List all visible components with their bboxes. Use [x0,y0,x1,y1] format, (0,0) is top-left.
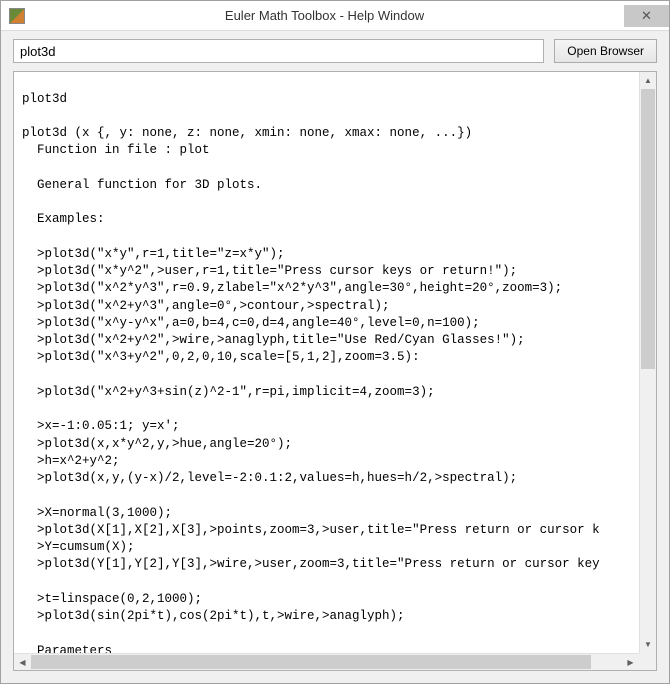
window-title: Euler Math Toolbox - Help Window [25,8,624,23]
scroll-corner [639,653,656,670]
scroll-right-icon[interactable]: ▶ [622,654,639,670]
close-button[interactable]: ✕ [624,5,669,27]
help-text: plot3d plot3d (x {, y: none, z: none, xm… [14,85,656,671]
help-content-frame: plot3d plot3d (x {, y: none, z: none, xm… [13,71,657,671]
close-icon: ✕ [641,8,652,24]
help-window: Euler Math Toolbox - Help Window ✕ Open … [0,0,670,684]
search-input[interactable] [13,39,544,63]
titlebar: Euler Math Toolbox - Help Window ✕ [1,1,669,31]
vertical-scroll-thumb[interactable] [641,89,655,369]
help-content-area[interactable]: plot3d plot3d (x {, y: none, z: none, xm… [14,72,656,670]
scroll-up-icon[interactable]: ▲ [640,72,656,89]
toolbar: Open Browser [1,31,669,71]
horizontal-scroll-thumb[interactable] [31,655,591,669]
scroll-left-icon[interactable]: ◀ [14,654,31,670]
vertical-scrollbar[interactable]: ▲ ▼ [639,72,656,653]
open-browser-button[interactable]: Open Browser [554,39,657,63]
app-icon [9,8,25,24]
scroll-down-icon[interactable]: ▼ [640,636,656,653]
horizontal-scrollbar[interactable]: ◀ ▶ [14,653,639,670]
